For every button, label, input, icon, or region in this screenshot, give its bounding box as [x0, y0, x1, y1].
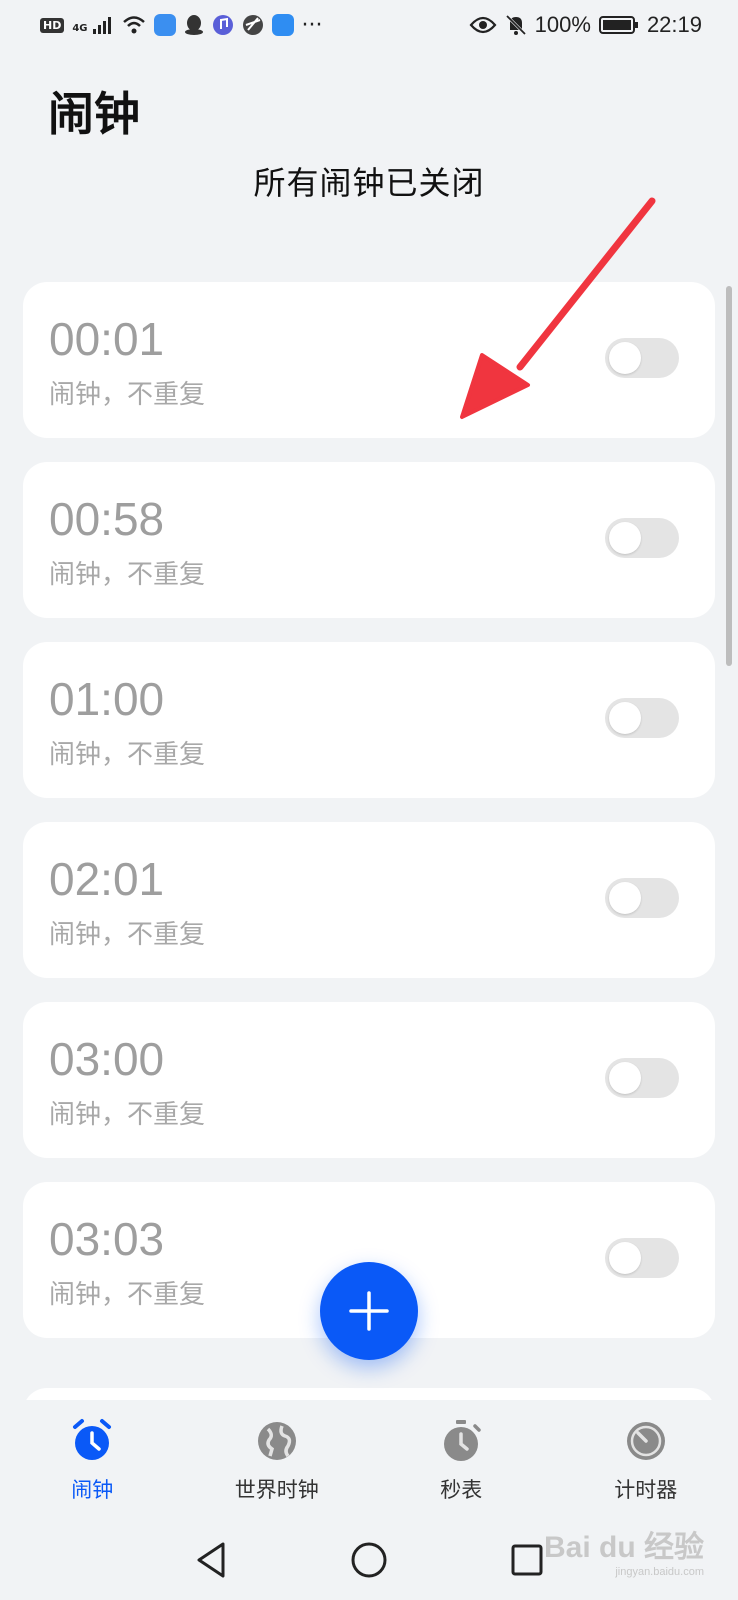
- music-app-icon: [212, 15, 233, 35]
- alarm-list: 00:01 闹钟，不重复 00:58 闹钟，不重复 01:00 闹钟，不重复 0…: [23, 282, 715, 1362]
- clock-time: 22:19: [646, 12, 702, 37]
- toggle-knob: [609, 522, 641, 554]
- globe-icon: [257, 1422, 296, 1460]
- qq-icon: [184, 15, 203, 35]
- hd-badge: HD: [40, 17, 65, 33]
- scrollbar[interactable]: [726, 286, 732, 666]
- alarm-time: 03:03: [49, 1213, 165, 1265]
- mute-bell-icon: [505, 14, 526, 36]
- recents-icon[interactable]: [509, 1542, 545, 1578]
- tab-world-clock[interactable]: 世界时钟: [197, 1418, 357, 1510]
- tab-label: 世界时钟: [234, 1478, 319, 1502]
- tab-stopwatch[interactable]: 秒表: [381, 1418, 541, 1510]
- battery-percent: 100%: [534, 12, 591, 37]
- status-right: 100% 22:19: [469, 12, 702, 38]
- baidu-watermark: Bai du 经验 jingyan.baidu.com: [544, 1522, 704, 1578]
- alarm-clock-icon: [73, 1419, 112, 1460]
- alarm-time: 00:01: [49, 313, 165, 365]
- alarm-description: 闹钟，不重复: [49, 920, 206, 950]
- alarm-time: 00:58: [49, 493, 165, 545]
- alarm-time: 03:00: [49, 1033, 165, 1085]
- bottom-area: 闹钟 世界时钟 秒表 计时器 Bai du 经验 jingyan.baidu.c…: [0, 1400, 738, 1600]
- tab-label: 闹钟: [71, 1478, 114, 1502]
- toggle-knob: [609, 1242, 641, 1274]
- alarm-toggle[interactable]: [605, 518, 679, 558]
- alarm-toggle[interactable]: [605, 698, 679, 738]
- alarm-card[interactable]: 03:00 闹钟，不重复: [23, 1002, 715, 1158]
- toggle-knob: [609, 342, 641, 374]
- alarm-card[interactable]: 00:01 闹钟，不重复: [23, 282, 715, 438]
- back-icon[interactable]: [193, 1540, 229, 1580]
- alarm-status-text: 所有闹钟已关闭: [253, 164, 485, 202]
- tab-alarm[interactable]: 闹钟: [12, 1418, 172, 1510]
- tab-bar: 闹钟 世界时钟 秒表 计时器: [0, 1400, 738, 1510]
- plus-icon: [349, 1291, 389, 1331]
- add-alarm-button[interactable]: [320, 1262, 418, 1360]
- alarm-card[interactable]: 02:01 闹钟，不重复: [23, 822, 715, 978]
- alarm-description: 闹钟，不重复: [49, 1100, 206, 1130]
- more-notifications: ···: [301, 12, 323, 38]
- toggle-knob: [609, 702, 641, 734]
- alarm-time: 01:00: [49, 673, 165, 725]
- signal-icon: [92, 17, 111, 34]
- wifi-icon: [122, 16, 145, 34]
- cloud-app-icon: [153, 14, 176, 36]
- timer-icon: [626, 1422, 665, 1460]
- tab-label: 计时器: [614, 1478, 678, 1502]
- home-icon[interactable]: [349, 1540, 389, 1580]
- battery-icon: [598, 16, 638, 34]
- status-bar: HD 4G ··· 100% 22:19: [0, 0, 738, 50]
- status-left: HD 4G ···: [40, 13, 323, 38]
- alarm-toggle[interactable]: [605, 878, 679, 918]
- watermark-url: jingyan.baidu.com: [615, 1566, 704, 1578]
- alarm-description: 闹钟，不重复: [49, 380, 206, 410]
- alarm-toggle[interactable]: [605, 1238, 679, 1278]
- alarm-card[interactable]: 00:58 闹钟，不重复: [23, 462, 715, 618]
- watermark-brand: Bai du 经验: [543, 1531, 704, 1564]
- page-title: 闹钟: [48, 87, 140, 141]
- browser-app-icon: [242, 15, 263, 35]
- alarm-description: 闹钟，不重复: [49, 740, 206, 770]
- alarm-toggle[interactable]: [605, 1058, 679, 1098]
- toggle-knob: [609, 1062, 641, 1094]
- alarm-time: 02:01: [49, 853, 165, 905]
- alarm-toggle[interactable]: [605, 338, 679, 378]
- alarm-card[interactable]: 01:00 闹钟，不重复: [23, 642, 715, 798]
- stopwatch-icon: [444, 1420, 481, 1461]
- network-type: 4G: [72, 22, 88, 34]
- tab-label: 秒表: [440, 1478, 483, 1502]
- eye-icon: [469, 16, 497, 34]
- alarm-description: 闹钟，不重复: [49, 560, 206, 590]
- toggle-knob: [609, 882, 641, 914]
- tab-timer[interactable]: 计时器: [566, 1418, 726, 1510]
- weather-app-icon: [271, 14, 294, 36]
